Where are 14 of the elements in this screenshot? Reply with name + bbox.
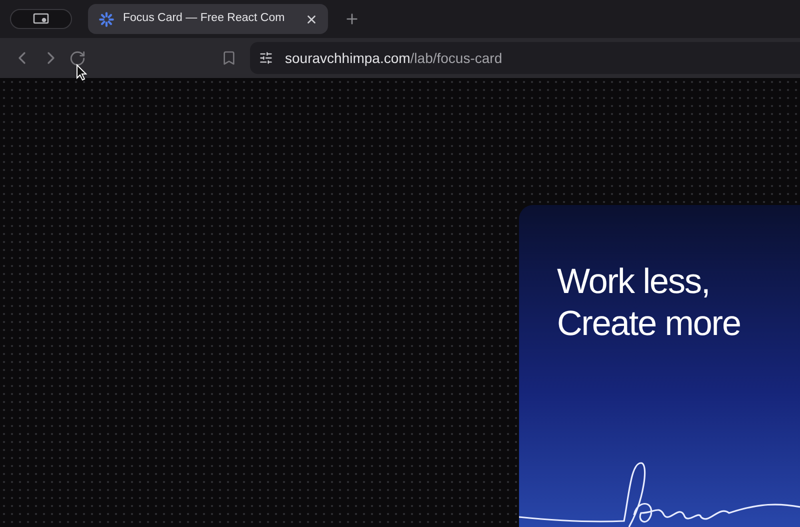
screen-icon (33, 13, 49, 25)
browser-tab[interactable]: Focus Card — Free React Com (88, 4, 328, 34)
spinner-icon (98, 10, 115, 28)
tab-title: Focus Card — Free React Com (123, 11, 286, 26)
url-text: souravchhimpa.com/lab/focus-card (285, 48, 502, 68)
sidebar-toggle-button[interactable] (10, 9, 72, 29)
site-settings-icon[interactable] (259, 51, 273, 65)
address-bar[interactable]: souravchhimpa.com/lab/focus-card (250, 42, 800, 74)
new-tab-icon[interactable] (344, 11, 360, 27)
bookmark-icon[interactable] (221, 50, 237, 66)
card-headline: Create more (557, 303, 742, 345)
close-icon[interactable] (305, 12, 318, 26)
card-headline: Work less, (557, 261, 711, 303)
reload-icon[interactable] (69, 50, 86, 66)
